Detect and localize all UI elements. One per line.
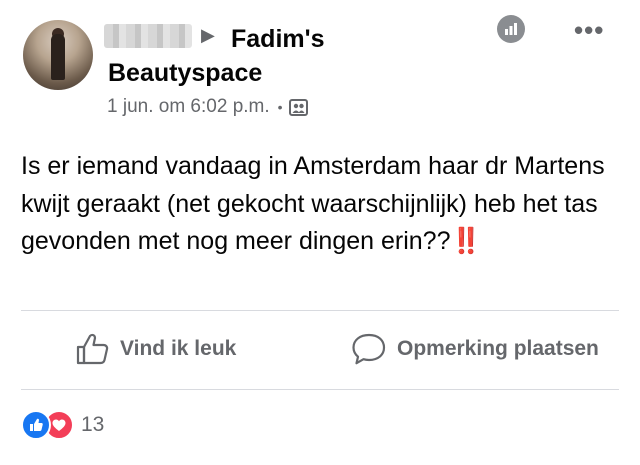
group-name-link[interactable]: Fadim's Beautyspace [108, 22, 368, 90]
post-meta: 1 jun. om 6:02 p.m. • [107, 96, 308, 118]
speech-bubble-icon [352, 333, 386, 365]
author-avatar[interactable] [23, 20, 93, 90]
insights-icon[interactable] [497, 15, 525, 43]
thumbs-up-mini-icon [30, 418, 43, 431]
comment-button[interactable]: Opmerking plaatsen [351, 332, 599, 366]
post-header: ▶ Fadim's Beautyspace 1 jun. om 6:02 p.m… [0, 0, 640, 140]
divider-bottom [21, 389, 619, 390]
meta-separator: • [277, 99, 283, 115]
reaction-count: 13 [81, 413, 105, 436]
reactions-summary[interactable]: 13 [21, 410, 104, 440]
like-reaction-icon [21, 410, 51, 440]
double-exclamation-emoji: ‼️ [450, 227, 482, 255]
post-timestamp[interactable]: 1 jun. om 6:02 p.m. [107, 96, 270, 118]
like-button[interactable]: Vind ik leuk [76, 332, 236, 366]
bar-chart-icon [505, 23, 517, 35]
more-options-icon[interactable]: ••• [574, 17, 604, 43]
group-audience-icon [288, 98, 308, 116]
avatar-figure-body [51, 34, 65, 80]
comment-label: Opmerking plaatsen [397, 337, 599, 360]
post-actions: Vind ik leuk Opmerking plaatsen [0, 318, 640, 384]
heart-icon [52, 419, 66, 431]
group-name[interactable]: Fadim's Beautyspace [108, 25, 324, 87]
post-body: Is er iemand vandaag in Amsterdam haar d… [21, 148, 621, 261]
thumbs-up-icon [76, 333, 109, 365]
like-label: Vind ik leuk [120, 337, 237, 360]
post-body-text: Is er iemand vandaag in Amsterdam haar d… [21, 152, 605, 255]
divider-top [21, 310, 619, 311]
